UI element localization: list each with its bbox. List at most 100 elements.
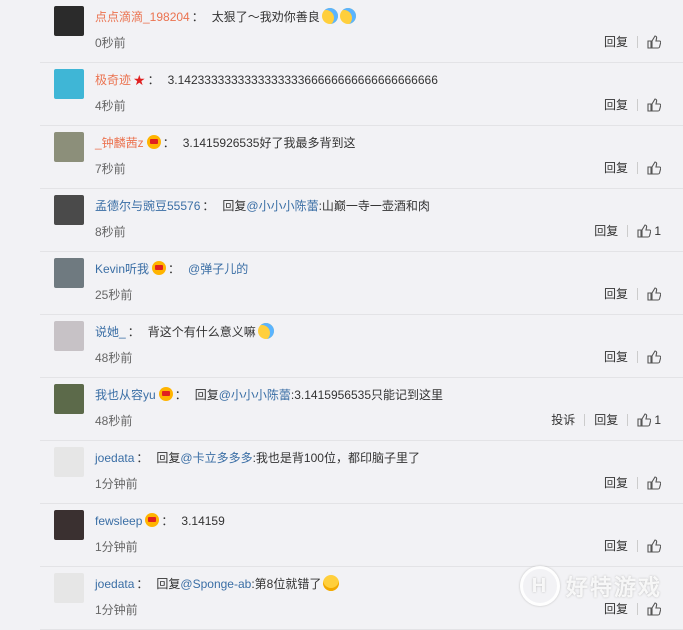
reply-button[interactable]: 回复 <box>604 159 628 176</box>
reply-prefix: 回复 <box>194 388 219 402</box>
username-link[interactable]: Kevin听我 <box>95 262 149 276</box>
username-link[interactable]: 我也从容yu <box>95 388 156 402</box>
thumbs-up-icon <box>647 160 661 175</box>
like-button[interactable] <box>647 97 661 112</box>
like-button[interactable] <box>647 34 661 49</box>
comment-actions: 回复 <box>604 474 661 491</box>
reply-button[interactable]: 回复 <box>594 411 618 428</box>
watermark: H 好特游戏 <box>520 566 662 606</box>
mention-link[interactable]: @小小小陈蕾 <box>219 388 291 402</box>
star-badge-icon: ★ <box>133 72 146 88</box>
comment-time: 1分钟前 <box>95 603 138 617</box>
comment-text: :山巅一寺一壶酒和肉 <box>318 199 430 213</box>
comment-row: Kevin听我 ： @弹子儿的 25秒前 回复 <box>40 252 683 315</box>
reply-prefix: 回复 <box>156 577 181 591</box>
like-button[interactable] <box>647 286 661 301</box>
reply-button[interactable]: 回复 <box>594 222 618 239</box>
comment-actions: 回复 <box>604 159 661 176</box>
emoji-icon <box>257 323 274 339</box>
username-link[interactable]: fewsleep <box>95 514 142 528</box>
avatar[interactable] <box>54 195 84 225</box>
comment-actions: 回复 <box>604 348 661 365</box>
like-button[interactable] <box>647 160 661 175</box>
comment-time: 7秒前 <box>95 162 126 176</box>
report-button[interactable]: 投诉 <box>551 411 575 428</box>
comment-row: 我也从容yu：回复@小小小陈蕾:3.1415956535只能记到这里 48秒前 投诉… <box>40 378 683 441</box>
username-link[interactable]: 说她_ <box>95 325 126 339</box>
reply-button[interactable]: 回复 <box>604 33 628 50</box>
divider <box>637 350 638 363</box>
mention-link[interactable]: @卡立多多多 <box>180 451 252 465</box>
colon-separator: ： <box>174 388 187 402</box>
thumbs-up-icon <box>647 349 661 364</box>
username-link[interactable]: 孟德尔与豌豆55576 <box>95 199 200 213</box>
watermark-logo: H <box>520 566 560 606</box>
comment-actions: 回复 <box>604 33 661 50</box>
avatar[interactable] <box>54 321 84 351</box>
thumbs-up-icon <box>637 412 652 427</box>
emoji-icon <box>323 575 340 591</box>
avatar[interactable] <box>54 384 84 414</box>
colon-separator: ： <box>136 451 149 465</box>
like-button[interactable] <box>647 538 661 553</box>
avatar[interactable] <box>54 573 84 603</box>
mention-link[interactable]: @Sponge-ab <box>180 577 251 591</box>
comment-text: :3.1415956535只能记到这里 <box>290 388 443 402</box>
username-link[interactable]: joedata <box>95 577 134 591</box>
divider <box>584 413 586 426</box>
reply-button[interactable]: 回复 <box>604 537 628 554</box>
username-link[interactable]: 点点滴滴_198204 <box>95 10 190 24</box>
like-button[interactable] <box>647 475 661 490</box>
colon-separator: ： <box>147 73 160 87</box>
username-link[interactable]: _钟麟茜z <box>95 136 144 150</box>
like-button[interactable] <box>647 349 661 364</box>
comment-actions: 投诉 回复 1 <box>551 411 661 428</box>
comment-text: :我也是背100位，都印脑子里了 <box>252 451 420 465</box>
reply-button[interactable]: 回复 <box>604 285 628 302</box>
like-button[interactable]: 1 <box>637 413 661 427</box>
comment-time: 8秒前 <box>95 225 126 239</box>
reply-prefix: 回复 <box>156 451 181 465</box>
comment-text: 3.1415926535好了我最多背到这 <box>182 136 356 150</box>
colon-separator: ： <box>202 199 215 213</box>
comment-actions: 回复 1 <box>594 222 661 239</box>
comment-time: 4秒前 <box>95 99 126 113</box>
reply-prefix: 回复 <box>222 199 247 213</box>
vip-crown-icon <box>145 513 160 527</box>
like-count: 1 <box>654 223 661 238</box>
emoji-icon <box>321 8 338 24</box>
comment-row: _钟麟茜z ： 3.1415926535好了我最多背到这 7秒前 回复 <box>40 126 683 189</box>
mention-link[interactable]: @弹子儿的 <box>188 262 248 276</box>
colon-separator: ： <box>161 514 174 528</box>
reply-button[interactable]: 回复 <box>604 96 628 113</box>
divider <box>637 98 638 111</box>
divider <box>627 224 629 237</box>
like-button[interactable]: 1 <box>637 224 661 238</box>
username-link[interactable]: 极奇迹 <box>95 73 131 87</box>
avatar[interactable] <box>54 69 84 99</box>
comment-time: 48秒前 <box>95 351 133 365</box>
divider <box>637 161 638 174</box>
avatar[interactable] <box>54 258 84 288</box>
divider <box>637 35 638 48</box>
reply-button[interactable]: 回复 <box>604 474 628 491</box>
colon-separator: ： <box>168 262 181 276</box>
reply-button[interactable]: 回复 <box>604 348 628 365</box>
comment-row: 孟德尔与豌豆55576：回复@小小小陈蕾:山巅一寺一壶酒和肉 8秒前 回复 1 <box>40 189 683 252</box>
mention-link[interactable]: @小小小陈蕾 <box>246 199 318 213</box>
comment-list: 点点滴滴_198204：太狠了～我劝你善良 0秒前 回复 极奇迹 ★： 3.1423333… <box>40 0 683 630</box>
like-count: 1 <box>654 412 661 427</box>
divider <box>627 413 629 426</box>
comment-text: 太狠了～我劝你善良 <box>211 10 320 24</box>
colon-separator: ： <box>136 577 149 591</box>
avatar[interactable] <box>54 6 84 36</box>
vip-crown-icon <box>152 261 167 275</box>
comment-actions: 回复 <box>604 537 661 554</box>
avatar[interactable] <box>54 510 84 540</box>
username-link[interactable]: joedata <box>95 451 134 465</box>
watermark-text: 好特游戏 <box>566 575 663 600</box>
avatar[interactable] <box>54 447 84 477</box>
comment-actions: 回复 <box>604 285 661 302</box>
colon-separator: ： <box>162 136 175 150</box>
avatar[interactable] <box>54 132 84 162</box>
